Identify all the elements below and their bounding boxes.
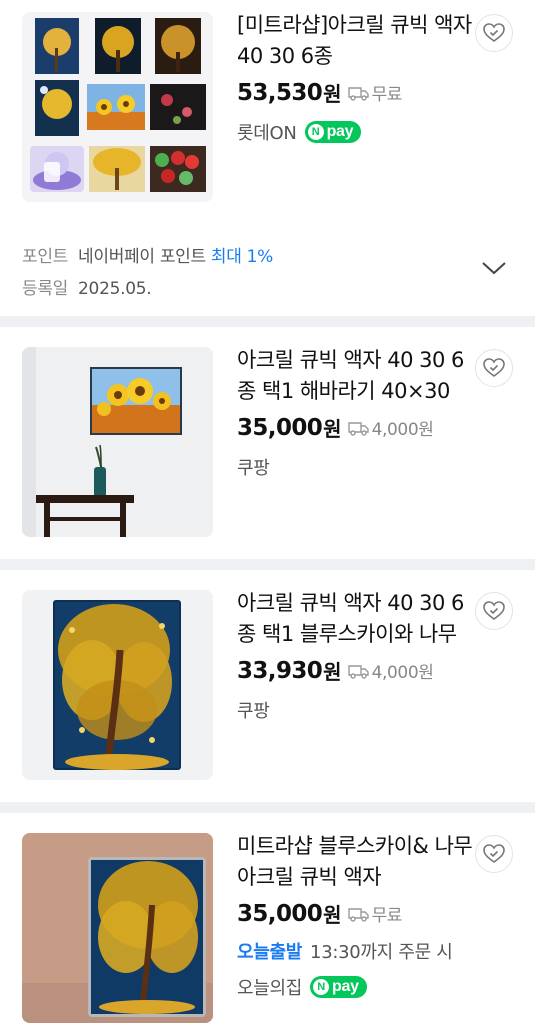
product-title[interactable]: 미트라샵 블루스카이& 나무 아크릴 큐빅 액자 [237,831,477,893]
shipping-info: 4,000원 [347,415,434,440]
product-price: 35,000 [237,900,323,927]
price-currency: 원 [323,660,342,684]
npay-label: pay [326,123,354,140]
product-title[interactable]: 아크릴 큐빅 액자 40 30 6종 택1 해바라기 40×30 [237,345,477,407]
product-image[interactable] [22,12,213,202]
seller-name[interactable]: 쿠팡 [237,454,270,480]
npay-badge: Npay [310,976,367,998]
seller-name[interactable]: 오늘의집 [237,974,302,1000]
product-image[interactable] [22,590,213,780]
favorite-button[interactable] [475,835,513,873]
section-divider [0,802,535,813]
favorite-button[interactable] [475,592,513,630]
product-image-golden-tree-frame [22,833,213,1023]
date-row: 등록일 2025.05. [22,274,152,299]
price-currency: 원 [323,417,342,441]
today-shipping-label: 오늘출발 [237,942,303,963]
seller-name[interactable]: 쿠팡 [237,697,270,723]
price-currency: 원 [323,903,342,927]
shipping-info: 무료 [347,80,403,105]
date-label: 등록일 [22,279,69,299]
product-image-sunflower [22,347,213,537]
product-card[interactable]: [미트라샵]아크릴 큐빅 액자 40 30 6종 53,530 원 무료 롯데O… [0,0,535,226]
price-currency: 원 [323,82,342,106]
seller-row: 쿠팡 [237,454,477,480]
favorite-button[interactable] [475,349,513,387]
npay-n-icon: N [307,124,324,140]
shipping-fee: 4,000원 [371,663,434,683]
seller-name[interactable]: 롯데ON [237,119,297,145]
product-title[interactable]: 아크릴 큐빅 액자 40 30 6종 택1 블루스카이와 나무 [237,588,477,650]
product-card[interactable]: 아크릴 큐빅 액자 40 30 6종 택1 해바라기 40×30 35,000 … [0,327,535,559]
npay-badge: Npay [304,121,362,143]
product-image-collage [22,12,213,202]
price-row: 35,000 원 무료 [237,899,477,928]
npay-n-icon: N [313,979,330,995]
point-info-section[interactable]: 포인트 네이버페이 포인트 최대 1% 등록일 2025.05. [0,226,535,314]
truck-icon [347,664,369,679]
product-image[interactable] [22,833,213,1023]
favorite-button[interactable] [475,14,513,52]
product-price: 53,530 [237,79,323,106]
shipping-info: 무료 [347,901,403,926]
product-price: 33,930 [237,657,323,684]
heart-check-icon [483,23,505,42]
product-title[interactable]: [미트라샵]아크릴 큐빅 액자 40 30 6종 [237,10,477,72]
point-row: 포인트 네이버페이 포인트 최대 1% [22,242,273,267]
price-row: 35,000 원 4,000원 [237,413,477,442]
section-divider [0,316,535,327]
product-price: 35,000 [237,414,323,441]
expand-button[interactable] [481,260,507,280]
price-row: 33,930 원 4,000원 [237,656,477,685]
product-image-golden-tree [22,590,213,780]
today-shipping-text: 13:30까지 주문 시 [310,942,453,963]
product-image[interactable] [22,347,213,537]
section-divider [0,559,535,570]
date-value: 2025.05. [78,279,152,299]
seller-row: 오늘의집 Npay [237,974,477,1000]
truck-icon [347,421,369,436]
point-highlight: 최대 1% [210,247,274,267]
shipping-fee: 4,000원 [371,420,434,440]
shipping-fee: 무료 [371,85,403,105]
chevron-down-icon [482,262,506,275]
seller-row: 롯데ON Npay [237,119,477,145]
price-row: 53,530 원 무료 [237,78,477,107]
shipping-fee: 무료 [371,906,403,926]
product-card[interactable]: 아크릴 큐빅 액자 40 30 6종 택1 블루스카이와 나무 33,930 원… [0,570,535,802]
product-card[interactable]: 미트라샵 블루스카이& 나무 아크릴 큐빅 액자 35,000 원 무료 오늘출… [0,813,535,1024]
point-text: 네이버페이 포인트 [78,247,206,267]
point-label: 포인트 [22,247,69,267]
truck-icon [347,907,369,922]
seller-row: 쿠팡 [237,697,477,723]
heart-check-icon [483,844,505,863]
truck-icon [347,86,369,101]
shipping-info: 4,000원 [347,658,434,683]
npay-label: pay [332,978,359,995]
heart-check-icon [483,358,505,377]
heart-check-icon [483,601,505,620]
delivery-row: 오늘출발 13:30까지 주문 시 [237,938,477,964]
